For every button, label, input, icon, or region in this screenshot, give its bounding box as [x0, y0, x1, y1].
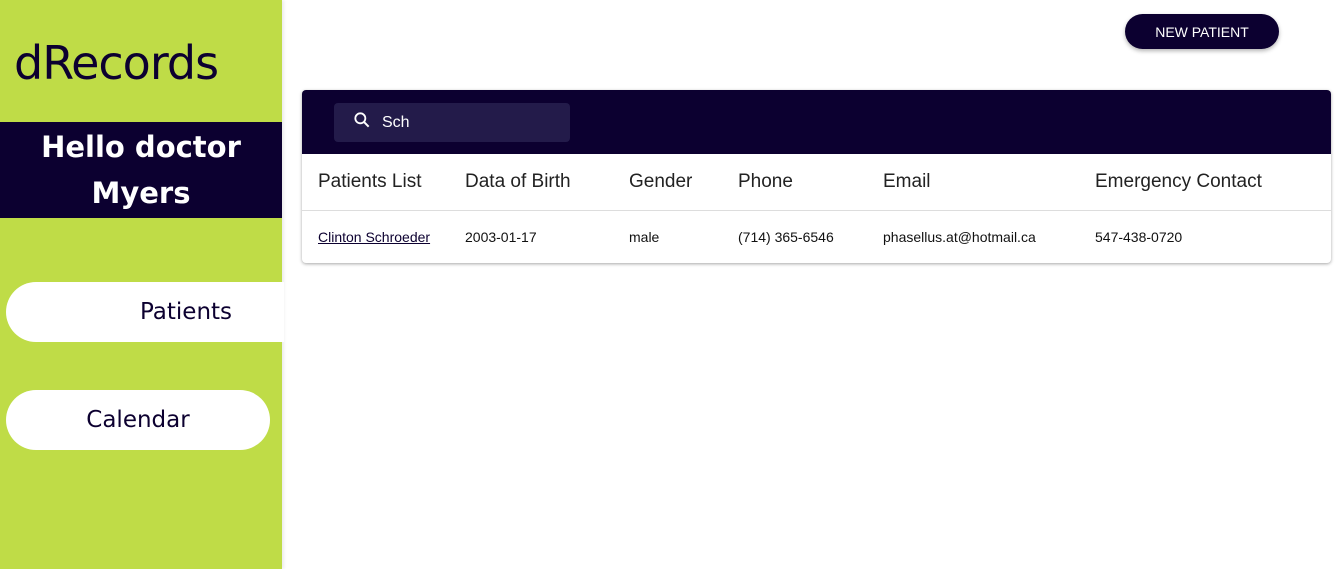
cell-emergency-contact: 547-438-0720: [1095, 228, 1183, 245]
table-header-row: Patients List Data of Birth Gender Phone…: [302, 154, 1331, 211]
column-header-gender[interactable]: Gender: [629, 154, 738, 211]
new-patient-button[interactable]: NEW PATIENT: [1125, 14, 1279, 49]
search-box[interactable]: [334, 103, 570, 142]
column-header-dob[interactable]: Data of Birth: [465, 154, 629, 211]
cell-email: phasellus.at@hotmail.ca: [883, 228, 1036, 245]
sidebar-item-patients[interactable]: Patients: [6, 282, 284, 342]
table-toolbar: [302, 90, 1331, 154]
sidebar-item-calendar[interactable]: Calendar: [6, 390, 270, 450]
column-header-patients-list[interactable]: Patients List: [302, 154, 465, 211]
patients-table-card: Patients List Data of Birth Gender Phone…: [302, 90, 1331, 263]
column-header-emergency-contact[interactable]: Emergency Contact: [1095, 154, 1331, 211]
search-input[interactable]: [382, 113, 562, 132]
patients-table: Patients List Data of Birth Gender Phone…: [302, 154, 1331, 263]
search-icon: [352, 110, 372, 135]
cell-gender: male: [629, 228, 660, 245]
cell-dob: 2003-01-17: [465, 228, 537, 245]
patient-name-link[interactable]: Clinton Schroeder: [318, 229, 430, 245]
sidebar: dRecords Hello doctor Myers Patients Cal…: [0, 0, 284, 569]
app-logo: dRecords: [14, 36, 219, 90]
cell-phone: (714) 365-6546: [738, 228, 834, 245]
column-header-email[interactable]: Email: [883, 154, 1095, 211]
table-row: Clinton Schroeder 2003-01-17 male (714) …: [302, 210, 1331, 263]
greeting: Hello doctor Myers: [0, 122, 282, 218]
column-header-phone[interactable]: Phone: [738, 154, 883, 211]
